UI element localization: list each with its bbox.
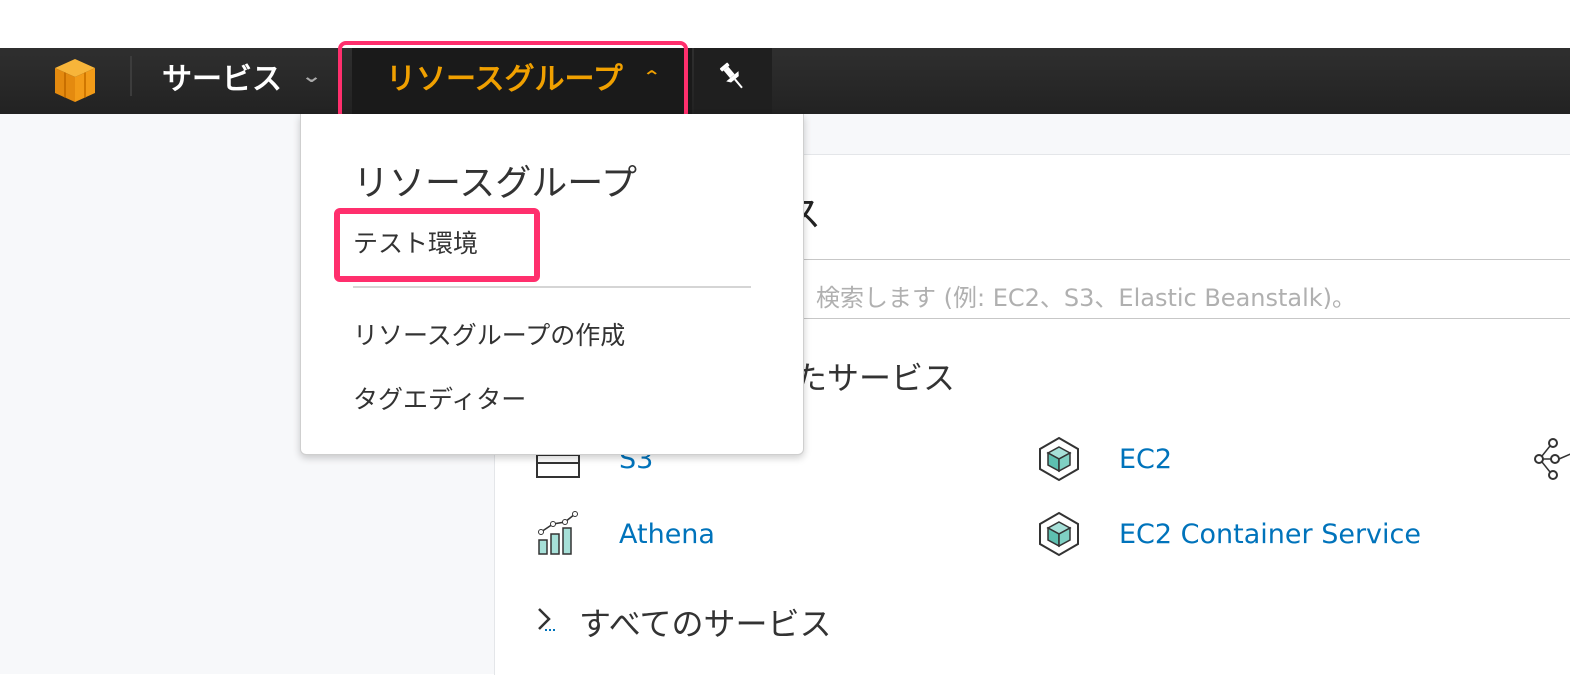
services-menu-button[interactable]: サービス ⌄ — [162, 56, 323, 97]
recent-services-title: たサービス — [795, 359, 956, 397]
service-link-athena[interactable]: Athena — [535, 510, 715, 558]
services-menu-label: サービス — [162, 62, 282, 97]
nav-separator — [130, 56, 132, 96]
pin-icon — [719, 62, 743, 89]
resource-groups-dropdown: リソースグループ テスト環境 リソースグループの作成 タグエディター — [300, 114, 804, 455]
athena-chart-icon — [535, 510, 583, 558]
network-service-icon[interactable] — [1533, 437, 1570, 483]
service-label-athena: Athena — [619, 518, 715, 550]
create-resource-group-link[interactable]: リソースグループの作成 — [353, 316, 625, 352]
chevron-right-icon — [535, 603, 561, 641]
chevron-down-icon: ⌄ — [300, 65, 323, 87]
service-link-ec2-container-service[interactable]: EC2 Container Service — [1035, 510, 1421, 558]
resource-groups-menu-button[interactable]: リソースグループ ⌃ — [386, 56, 661, 97]
ec2-cube-icon — [1035, 435, 1083, 483]
resource-groups-menu-tab[interactable]: リソースグループ ⌃ — [352, 48, 692, 114]
dropdown-header: リソースグループ — [353, 163, 638, 204]
search-placeholder: 検索します (例: EC2、S3、Elastic Beanstalk)。 — [816, 284, 1357, 312]
dropdown-divider — [353, 286, 751, 288]
all-services-toggle[interactable]: すべてのサービス — [535, 599, 831, 645]
chevron-up-icon: ⌃ — [642, 66, 661, 86]
service-label-ec2-container-service: EC2 Container Service — [1119, 518, 1421, 550]
tag-editor-link[interactable]: タグエディター — [353, 380, 526, 416]
service-search-input[interactable]: 検索します (例: EC2、S3、Elastic Beanstalk)。 — [785, 259, 1570, 319]
ec2-container-cube-icon — [1035, 510, 1083, 558]
resource-groups-menu-label: リソースグループ — [386, 62, 623, 97]
service-link-ec2[interactable]: EC2 — [1035, 435, 1172, 483]
top-navigation-bar: サービス ⌄ リソースグループ ⌃ — [0, 48, 1570, 114]
service-label-ec2: EC2 — [1119, 443, 1173, 475]
resource-group-item-test-env[interactable]: テスト環境 — [353, 224, 478, 260]
aws-cube-logo-icon[interactable] — [52, 56, 98, 104]
pin-shortcut-button[interactable] — [694, 48, 772, 114]
all-services-label: すべてのサービス — [579, 605, 832, 643]
